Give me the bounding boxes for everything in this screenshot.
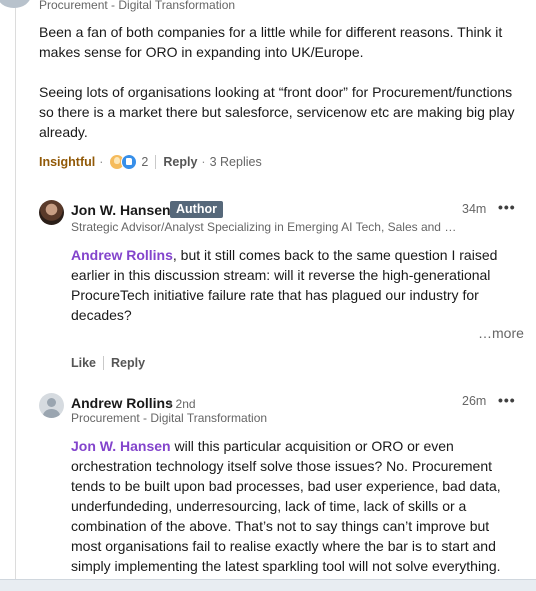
- separator-dot: ·: [201, 155, 206, 169]
- author-name[interactable]: Andrew Rollins: [71, 395, 173, 411]
- reply-text-line: decades?: [71, 307, 132, 323]
- more-options-icon[interactable]: •••: [498, 199, 516, 215]
- mention-link[interactable]: Jon W. Hansen: [71, 438, 171, 454]
- reply-text-line: underfundeding, underresourcing, lack of…: [71, 498, 467, 514]
- reply-text-line: tends to be built upon bad processes, ba…: [71, 478, 501, 494]
- avatar[interactable]: [39, 393, 64, 418]
- like-button[interactable]: Like: [71, 356, 96, 370]
- author-badge: Author: [170, 201, 223, 218]
- reply-text-line: earlier in this discussion stream: will …: [71, 267, 491, 283]
- like-thumb-icon: [121, 154, 138, 170]
- comment-text-line: so there is a market there but salesforc…: [39, 104, 515, 120]
- reply-text-line: combination of the above. That’s not to …: [71, 518, 490, 534]
- reply-text-line: Jon W. Hansen will this particular acqui…: [71, 438, 454, 454]
- separator-dot: ·: [99, 155, 104, 169]
- reply-text-line: most organisations fail to realise exact…: [71, 538, 496, 554]
- divider: [103, 356, 105, 370]
- timestamp: 34m: [462, 202, 487, 216]
- reply-text-line: Andrew Rollins, but it still comes back …: [71, 247, 498, 263]
- comment-text-line: already.: [39, 124, 88, 140]
- connection-degree: • 2nd: [168, 397, 196, 411]
- author-headline: Strategic Advisor/Analyst Specializing i…: [71, 220, 457, 234]
- see-more-link[interactable]: …more: [478, 325, 524, 341]
- reply-text-line: ProcureTech initiative failure rate that…: [71, 287, 479, 303]
- comment-text-line: makes sense for ORO in expanding into UK…: [39, 44, 364, 60]
- comment-text-line: Seeing lots of organisations looking at …: [39, 84, 513, 100]
- thread-line: [15, 0, 16, 590]
- taskbar-edge: [0, 579, 536, 591]
- comment-text-line: Been a fan of both companies for a littl…: [39, 24, 503, 40]
- author-headline: Procurement - Digital Transformation: [71, 411, 268, 425]
- reaction-count[interactable]: 2: [141, 155, 148, 169]
- mention-link[interactable]: Andrew Rollins: [71, 247, 173, 263]
- reply-button[interactable]: Reply: [111, 356, 145, 370]
- timestamp: 26m: [462, 394, 487, 408]
- reply-button[interactable]: Reply: [163, 155, 197, 169]
- reply-actions: Like Reply: [71, 356, 145, 370]
- commenter-headline: Procurement - Digital Transformation: [39, 0, 236, 12]
- reply-text-line: orchestration technology itself solve th…: [71, 458, 492, 474]
- avatar[interactable]: [39, 200, 64, 225]
- reaction-insightful-button[interactable]: Insightful: [39, 155, 95, 169]
- more-options-icon[interactable]: •••: [498, 392, 516, 408]
- reaction-icons[interactable]: [109, 154, 138, 170]
- divider: [155, 155, 157, 169]
- reply-text-line: simply implementing the latest sparkling…: [71, 558, 501, 574]
- comment-actions: Insightful · 2 Reply · 3 Replies: [39, 153, 262, 171]
- replies-count-link[interactable]: 3 Replies: [210, 155, 262, 169]
- author-name[interactable]: Jon W. Hansen: [71, 202, 171, 218]
- avatar[interactable]: [0, 0, 31, 8]
